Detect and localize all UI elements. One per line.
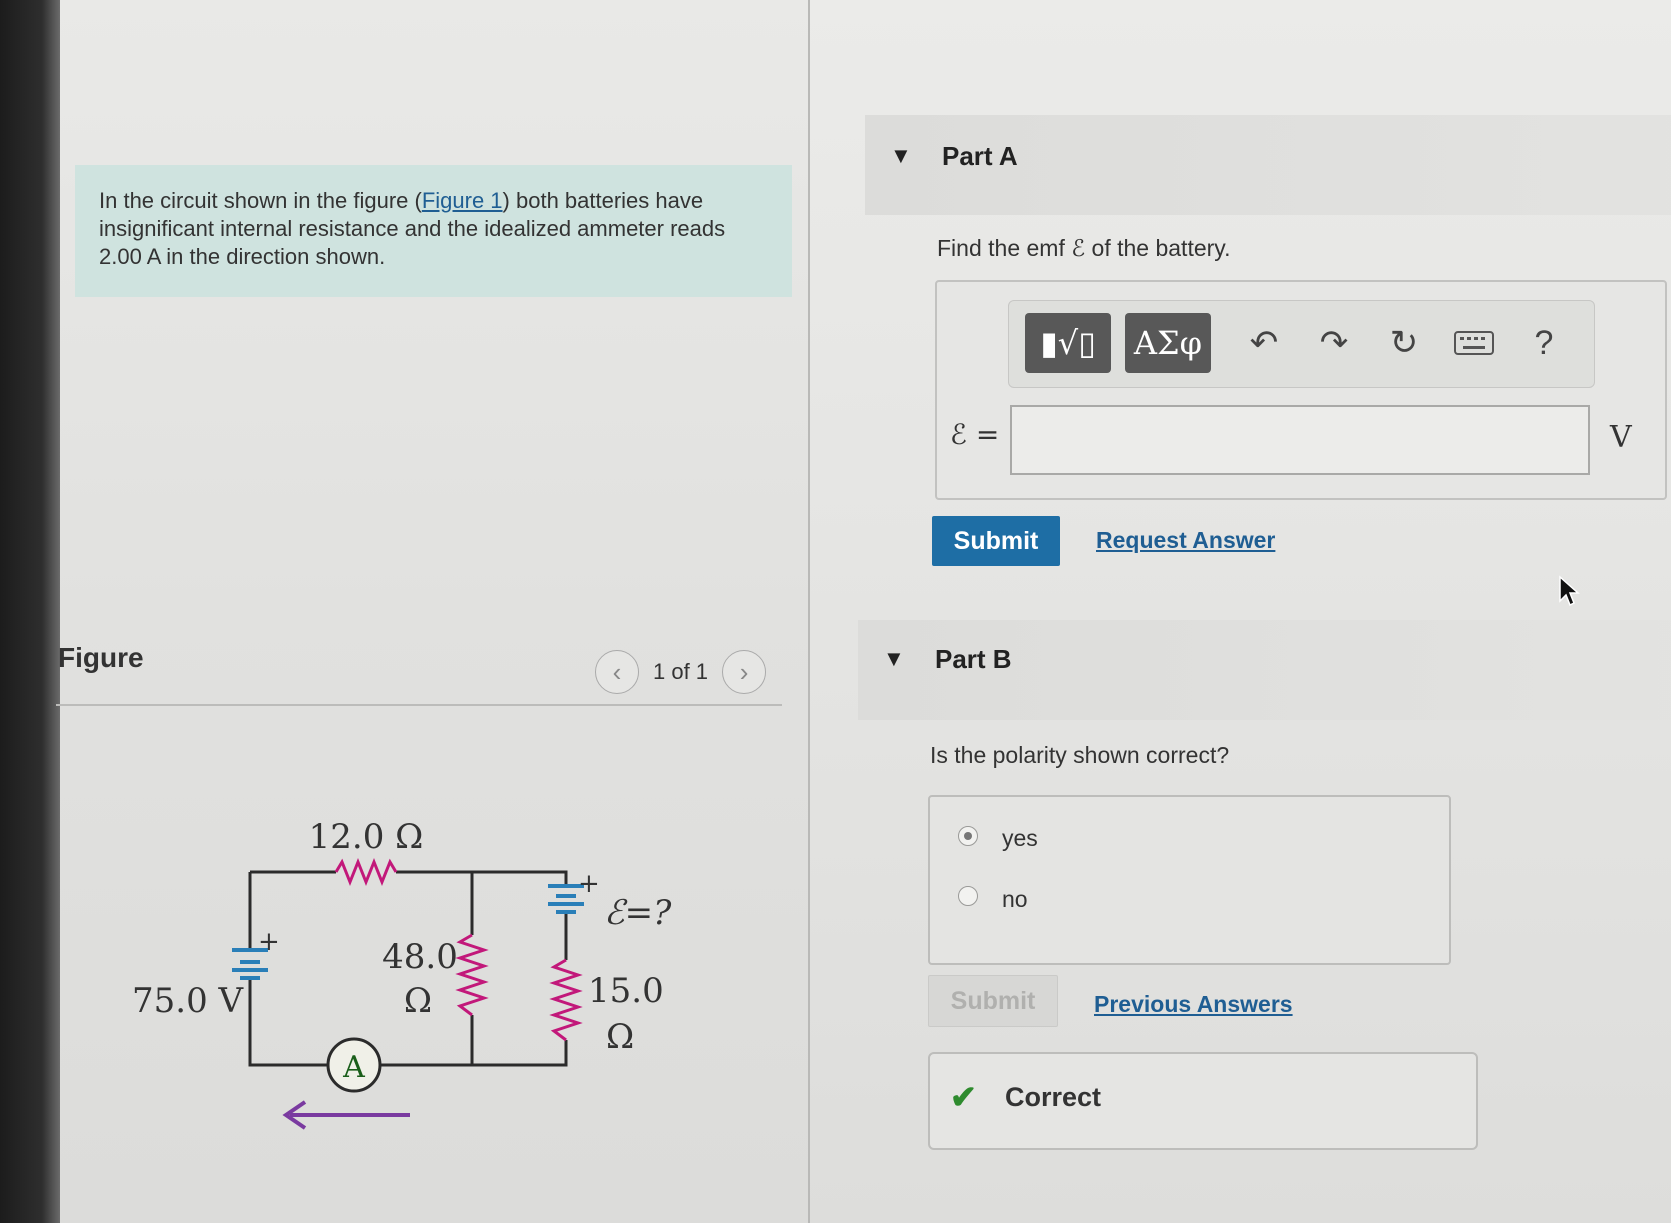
collapse-triangle-icon[interactable]: ▼ [883, 646, 905, 672]
unit-label: V [1610, 420, 1632, 455]
figure-link[interactable]: Figure 1 [422, 188, 503, 213]
problem-text-before: In the circuit shown in the figure ( [99, 188, 422, 213]
radio-yes-label[interactable]: yes [1002, 825, 1038, 852]
pager-text: 1 of 1 [653, 659, 709, 684]
r-top-label: 12.0 Ω [309, 817, 424, 857]
emf-input-label: ℰ = [950, 418, 1000, 451]
chevron-right-icon: › [739, 656, 749, 687]
math-toolbar: ▮√▯ ΑΣφ ↶ ↷ ↻ ? [1008, 300, 1595, 388]
r-right-value: 15.0 [588, 971, 664, 1011]
undo-icon[interactable]: ↶ [1239, 315, 1289, 371]
current-arrow [282, 1100, 410, 1130]
battery-left-label: 75.0 V [132, 981, 245, 1021]
radio-no-label[interactable]: no [1002, 886, 1028, 913]
radio-yes[interactable] [958, 826, 978, 846]
templates-button[interactable]: ▮√▯ [1025, 313, 1111, 373]
part-b-label: Part B [935, 644, 1012, 674]
battery-left-plus: + [258, 927, 280, 957]
greek-symbols-label: ΑΣφ [1133, 324, 1203, 362]
battery-right-plus: + [578, 869, 600, 899]
part-a-submit-button[interactable]: Submit [932, 516, 1060, 566]
r-mid-unit: Ω [404, 981, 432, 1021]
mouse-cursor-icon [1559, 575, 1580, 607]
ammeter-label: A [342, 1050, 365, 1085]
templates-icon: ▮√▯ [1040, 324, 1096, 362]
part-b-submit-button[interactable]: Submit [928, 975, 1058, 1027]
part-a-prompt: Find the emf ℰ of the battery. [937, 235, 1231, 261]
checkmark-icon: ✔ [950, 1079, 977, 1115]
reset-icon[interactable]: ↻ [1379, 315, 1429, 371]
circuit-diagram: A 12.0 Ω 48.0 Ω 15.0 Ω 75.0 V + + ℰ=? [132, 817, 672, 1130]
resistor-12-ohm [334, 857, 398, 887]
keyboard-icon[interactable] [1449, 315, 1499, 371]
prev-figure-button[interactable]: ‹ [595, 650, 639, 694]
next-figure-button[interactable]: › [722, 650, 767, 694]
r-right-unit: Ω [606, 1017, 634, 1057]
resistor-48-ohm [455, 933, 489, 1017]
result-text: Correct [1005, 1082, 1102, 1112]
r-mid-value: 48.0 [382, 937, 458, 977]
part-a-label: Part A [942, 141, 1018, 171]
polarity-options [928, 795, 1451, 965]
radio-no[interactable] [958, 886, 978, 906]
figure-divider [56, 704, 782, 706]
previous-answers-link[interactable]: Previous Answers [1094, 991, 1293, 1018]
emf-answer-input[interactable] [1010, 405, 1590, 475]
redo-icon[interactable]: ↷ [1309, 315, 1359, 371]
screen-bezel [0, 0, 60, 1223]
problem-statement: In the circuit shown in the figure (Figu… [75, 165, 792, 297]
collapse-triangle-icon[interactable]: ▼ [890, 143, 912, 169]
chevron-left-icon: ‹ [612, 656, 622, 687]
resistor-15-ohm [549, 958, 583, 1042]
request-answer-link[interactable]: Request Answer [1096, 527, 1275, 554]
battery-right-label: ℰ=? [604, 893, 672, 933]
figure-pager: ‹ 1 of 1 › [595, 650, 767, 694]
part-a-header[interactable]: ▼ Part A [865, 115, 1671, 215]
part-b-header[interactable]: ▼ Part B [858, 620, 1671, 720]
help-icon[interactable]: ? [1519, 315, 1569, 371]
part-b-prompt: Is the polarity shown correct? [930, 742, 1230, 768]
figure-title: Figure [58, 642, 144, 673]
greek-symbols-button[interactable]: ΑΣφ [1125, 313, 1211, 373]
